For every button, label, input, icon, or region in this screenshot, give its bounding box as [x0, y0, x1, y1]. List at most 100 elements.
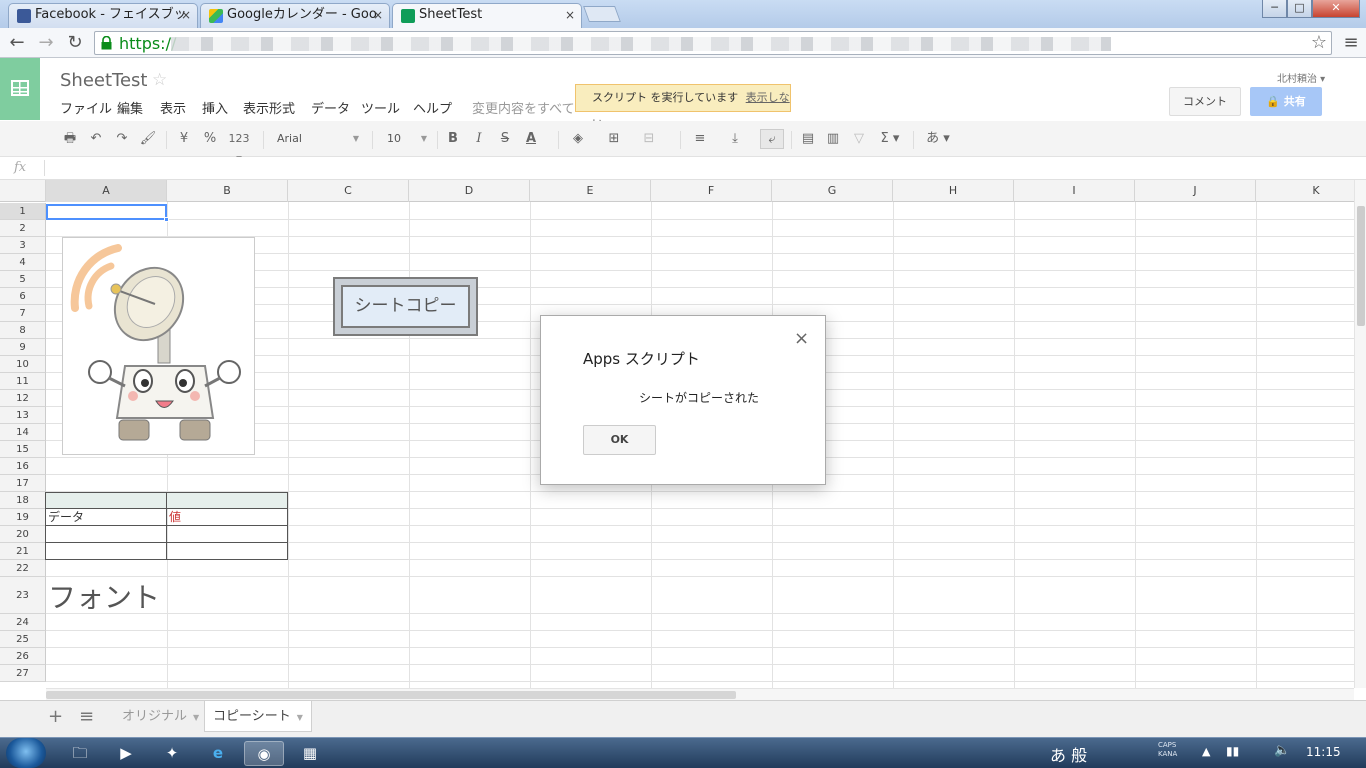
bookmark-star-icon[interactable]: ☆ — [1311, 32, 1327, 53]
selected-cell[interactable] — [46, 204, 169, 222]
input-tools-button[interactable]: あ ▾ — [922, 129, 954, 149]
font-family-dropdown[interactable]: Arial ▼ — [277, 129, 361, 149]
sheets-home-icon[interactable] — [0, 58, 40, 120]
row-header-15[interactable]: 15 — [0, 441, 46, 458]
sheet-tab-copy[interactable]: コピーシート ▼ — [204, 701, 312, 732]
table-cell[interactable] — [166, 543, 288, 559]
tray-expand-icon[interactable]: ▲ — [1202, 745, 1210, 758]
comment-button[interactable]: コメント — [1169, 87, 1241, 116]
share-button[interactable]: 🔒 共有 — [1250, 87, 1322, 116]
column-header-b[interactable]: B — [167, 180, 288, 202]
print-icon[interactable]: 🖶 — [60, 129, 80, 149]
table-cell[interactable] — [45, 543, 166, 559]
tab-close-icon[interactable]: × — [373, 4, 383, 26]
sheet-tab-original[interactable]: オリジナル ▼ — [114, 701, 207, 732]
row-header-23[interactable]: 23 — [0, 577, 46, 614]
start-button[interactable] — [6, 738, 46, 768]
forward-icon[interactable]: → — [35, 32, 57, 54]
select-all-corner[interactable] — [0, 180, 46, 202]
tab-close-icon[interactable]: × — [565, 4, 575, 26]
table-cell[interactable] — [166, 493, 288, 508]
menu-icon[interactable]: ≡ — [1340, 32, 1362, 54]
text-color-button[interactable]: A — [520, 129, 542, 149]
add-sheet-icon[interactable]: + — [48, 706, 63, 727]
row-header-13[interactable]: 13 — [0, 407, 46, 424]
network-icon[interactable]: ▮▮ — [1226, 744, 1239, 758]
table-cell-label[interactable]: データ — [45, 509, 166, 525]
user-account[interactable]: 北村頼治 ▾ — [1277, 70, 1325, 85]
row-header-18[interactable]: 18 — [0, 492, 46, 509]
menu-tools[interactable]: ツール — [361, 98, 400, 117]
column-header-g[interactable]: G — [772, 180, 893, 202]
minimize-button[interactable]: ─ — [1262, 0, 1287, 18]
horizontal-scrollbar[interactable] — [46, 688, 1354, 700]
clock[interactable]: 11:15 — [1306, 745, 1341, 759]
menu-data[interactable]: データ — [311, 98, 350, 117]
row-header-24[interactable]: 24 — [0, 614, 46, 631]
table-cell[interactable] — [45, 526, 166, 542]
scroll-thumb[interactable] — [1357, 206, 1365, 326]
functions-button[interactable]: Σ ▾ — [876, 129, 904, 149]
row-header-2[interactable]: 2 — [0, 220, 46, 237]
column-header-k[interactable]: K — [1256, 180, 1354, 202]
row-header-11[interactable]: 11 — [0, 373, 46, 390]
percent-format-button[interactable]: % — [201, 129, 219, 149]
row-header-17[interactable]: 17 — [0, 475, 46, 492]
currency-format-button[interactable]: ¥ — [176, 129, 192, 149]
scroll-thumb[interactable] — [46, 691, 736, 699]
sheet-copy-button[interactable]: シートコピー — [333, 277, 478, 336]
row-header-21[interactable]: 21 — [0, 543, 46, 560]
tab-google-calendar[interactable]: Googleカレンダー - Goo × — [200, 3, 390, 28]
tab-close-icon[interactable]: × — [181, 4, 191, 26]
column-header-j[interactable]: J — [1135, 180, 1256, 202]
new-tab-button[interactable] — [583, 6, 621, 22]
menu-format[interactable]: 表示形式 — [243, 98, 295, 117]
menu-edit[interactable]: 編集 — [117, 98, 143, 117]
fill-color-icon[interactable]: ◈ — [567, 129, 589, 149]
column-header-i[interactable]: I — [1014, 180, 1135, 202]
insert-comment-icon[interactable]: ▤ — [799, 129, 817, 149]
column-header-d[interactable]: D — [409, 180, 530, 202]
insert-chart-icon[interactable]: ▥ — [824, 129, 842, 149]
column-header-a[interactable]: A — [46, 180, 167, 202]
maximize-button[interactable]: □ — [1287, 0, 1312, 18]
row-header-19[interactable]: 19 — [0, 509, 46, 526]
column-header-e[interactable]: E — [530, 180, 651, 202]
internet-explorer-icon[interactable]: e — [198, 741, 238, 766]
fill-handle[interactable] — [164, 217, 169, 222]
undo-icon[interactable]: ↶ — [86, 129, 106, 149]
app-icon[interactable]: ✦ — [152, 741, 192, 766]
font-sample-cell[interactable]: フォント — [48, 576, 160, 616]
row-header-9[interactable]: 9 — [0, 339, 46, 356]
formula-input[interactable] — [50, 159, 1350, 177]
row-header-6[interactable]: 6 — [0, 288, 46, 305]
volume-icon[interactable]: 🔈 — [1274, 743, 1290, 758]
font-size-dropdown[interactable]: 10 ▼ — [387, 129, 429, 149]
row-header-1[interactable]: 1 — [0, 203, 46, 220]
tab-facebook[interactable]: Facebook - フェイスブッ × — [8, 3, 198, 28]
close-window-button[interactable]: ✕ — [1312, 0, 1360, 18]
menu-file[interactable]: ファイル — [60, 98, 112, 117]
row-header-27[interactable]: 27 — [0, 665, 46, 682]
menu-help[interactable]: ヘルプ — [413, 98, 452, 117]
vertical-scrollbar[interactable] — [1354, 180, 1366, 688]
row-header-26[interactable]: 26 — [0, 648, 46, 665]
row-header-16[interactable]: 16 — [0, 458, 46, 475]
paint-format-icon[interactable]: 🖌 — [138, 129, 158, 149]
row-header-8[interactable]: 8 — [0, 322, 46, 339]
redo-icon[interactable]: ↷ — [112, 129, 132, 149]
table-cell-value[interactable]: 値 — [166, 509, 288, 525]
robot-image[interactable] — [62, 237, 255, 455]
menu-insert[interactable]: 挿入 — [202, 98, 228, 117]
row-header-3[interactable]: 3 — [0, 237, 46, 254]
notepad-icon[interactable]: ▦ — [290, 741, 330, 766]
bold-button[interactable]: B — [446, 129, 460, 149]
row-header-7[interactable]: 7 — [0, 305, 46, 322]
number-format-dropdown[interactable]: 123 ▾ — [224, 129, 254, 165]
table-cell[interactable] — [45, 493, 166, 508]
italic-button[interactable]: I — [472, 129, 486, 149]
ime-indicator[interactable]: あ 般 — [1050, 742, 1087, 766]
address-bar[interactable]: https:// ☆ — [94, 31, 1332, 55]
row-header-5[interactable]: 5 — [0, 271, 46, 288]
row-header-14[interactable]: 14 — [0, 424, 46, 441]
